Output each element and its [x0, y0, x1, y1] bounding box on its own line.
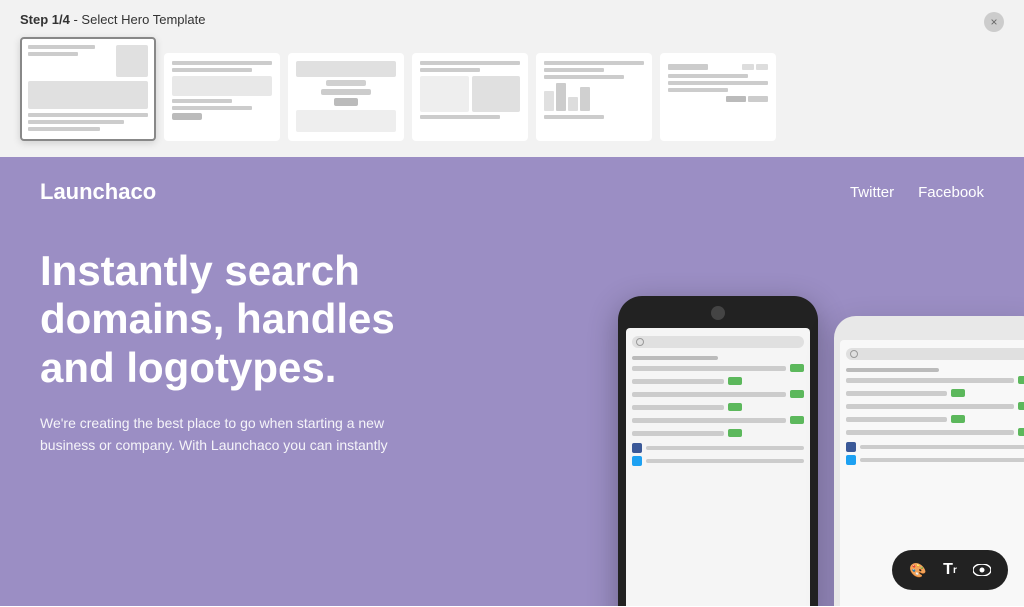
phone-list-row	[846, 428, 1024, 436]
phone-list-row	[632, 403, 804, 411]
phone-list-row	[846, 402, 1024, 410]
hero-content: Instantly search domains, handles and lo…	[0, 227, 450, 457]
nav-link-twitter[interactable]: Twitter	[850, 184, 894, 201]
phone-list-row	[632, 416, 804, 424]
template-thumb-1[interactable]	[20, 37, 156, 141]
hero-section: Launchaco Twitter Facebook Instantly sea…	[0, 157, 1024, 606]
hero-nav: Launchaco Twitter Facebook	[0, 157, 1024, 227]
phone-list-row	[846, 376, 1024, 384]
typography-button[interactable]: Tr	[938, 558, 962, 582]
phone-social-fb	[632, 443, 804, 453]
brand-logo: Launchaco	[40, 179, 156, 205]
bottom-toolbar: 🎨 Tr	[892, 550, 1008, 590]
phone-list-row	[632, 390, 804, 398]
template-thumb-3[interactable]	[288, 53, 404, 141]
phone-social-tw	[632, 456, 804, 466]
facebook-icon	[846, 442, 856, 452]
phone-mockup-dark	[618, 296, 818, 606]
template-thumbnails	[20, 37, 1004, 141]
phone-search-bar-white	[846, 348, 1024, 360]
template-thumb-6[interactable]	[660, 53, 776, 141]
phone-section-header-white	[846, 368, 939, 372]
palette-button[interactable]: 🎨	[906, 558, 930, 582]
phone-list-row	[632, 364, 804, 372]
facebook-icon	[632, 443, 642, 453]
template-selector-bar: Step 1/4 - Select Hero Template ×	[0, 0, 1024, 157]
phone-social-tw-white	[846, 455, 1024, 465]
phone-screen-dark	[626, 328, 810, 606]
nav-links: Twitter Facebook	[850, 184, 984, 201]
step-number: Step 1/4	[20, 12, 70, 27]
step-description: - Select Hero Template	[70, 12, 206, 27]
phone-list-row	[632, 377, 804, 385]
close-icon: ×	[990, 15, 997, 29]
twitter-icon	[632, 456, 642, 466]
preview-button[interactable]	[970, 558, 994, 582]
phone-search-bar-dark	[632, 336, 804, 348]
template-thumb-5[interactable]	[536, 53, 652, 141]
phone-list-row	[846, 389, 1024, 397]
template-thumb-4[interactable]	[412, 53, 528, 141]
close-button[interactable]: ×	[984, 12, 1004, 32]
template-thumb-2[interactable]	[164, 53, 280, 141]
hero-subtext: We're creating the best place to go when…	[40, 412, 410, 457]
step-label: Step 1/4 - Select Hero Template	[20, 12, 1004, 27]
phone-list-row	[846, 415, 1024, 423]
nav-link-facebook[interactable]: Facebook	[918, 184, 984, 201]
twitter-icon	[846, 455, 856, 465]
phone-list-row	[632, 429, 804, 437]
phone-social-fb-white	[846, 442, 1024, 452]
hero-headline: Instantly search domains, handles and lo…	[40, 247, 410, 392]
phone-section-header	[632, 356, 718, 360]
